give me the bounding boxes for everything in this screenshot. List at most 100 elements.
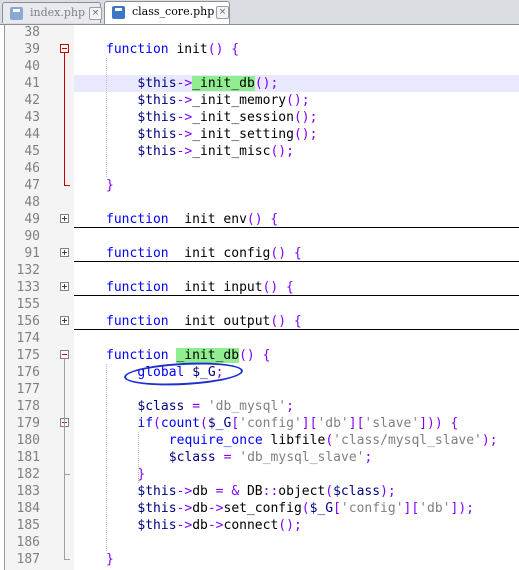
code-token: [ — [333, 501, 341, 516]
code-line[interactable]: 175 function _init_db() { — [0, 347, 519, 364]
code-token: ][ — [348, 416, 365, 431]
code-line[interactable]: 177 — [0, 381, 519, 398]
code-line-area — [74, 24, 519, 41]
code-line[interactable]: 49 function init env() { — [0, 211, 519, 228]
code-text: $class = 'db_mysql'; — [137, 398, 294, 415]
code-token: () — [270, 246, 287, 261]
close-icon[interactable]: × — [89, 7, 102, 20]
code-token: _init_db — [192, 76, 255, 91]
code-token: if — [137, 416, 154, 431]
code-text: function _init_db() { — [106, 347, 270, 364]
code-token: -> — [176, 76, 193, 91]
code-editor[interactable]: 38 39 function init() {40 41 $this->_init_db… — [0, 25, 519, 570]
code-token: db — [192, 484, 216, 499]
code-line[interactable]: 132 — [0, 262, 519, 279]
tab-class-core-php[interactable]: class_core.php × — [104, 1, 230, 24]
fold-marker-end — [64, 474, 70, 475]
code-line[interactable]: 90 — [0, 228, 519, 245]
code-token: $this — [137, 127, 177, 142]
code-token: ); — [481, 433, 498, 448]
code-line[interactable]: 185 $this->db->connect(); — [0, 517, 519, 534]
tab-index-php[interactable]: index.php × — [2, 2, 102, 23]
code-token: function — [106, 280, 169, 295]
line-number: 39 — [24, 42, 40, 57]
fold-expand-icon[interactable] — [60, 282, 69, 291]
line-number: 90 — [24, 229, 40, 244]
indent-guide — [106, 58, 107, 177]
code-line[interactable]: 38 — [0, 24, 519, 41]
code-token: -> — [176, 144, 193, 159]
code-line[interactable]: 187} — [0, 551, 519, 568]
code-line[interactable]: 44 $this->_init_setting(); — [0, 126, 519, 143]
code-line[interactable]: 183 $this->db = & DB::object($class); — [0, 483, 519, 500]
code-line[interactable]: 174 — [0, 330, 519, 347]
code-line[interactable]: 179 if(count($_G['config']['db']['slave']… — [0, 415, 519, 432]
code-line[interactable]: 43 $this->_init_session(); — [0, 109, 519, 126]
line-number: 182 — [16, 467, 40, 482]
code-line[interactable]: 178 $class = 'db_mysql'; — [0, 398, 519, 415]
code-token: ( — [301, 501, 310, 516]
code-token: (); — [293, 110, 318, 125]
code-text: } — [106, 177, 114, 194]
code-token: _init_session — [192, 110, 294, 125]
code-text: $this->_init_setting(); — [137, 126, 317, 143]
line-number: 186 — [16, 535, 40, 550]
code-line[interactable]: 182} — [0, 466, 519, 483]
code-token: set_config — [223, 501, 302, 516]
line-number: 43 — [24, 110, 40, 125]
code-token: 'config' — [239, 416, 302, 431]
code-line-area — [74, 58, 519, 75]
code-line[interactable]: 39 function init() { — [0, 41, 519, 58]
code-line[interactable]: 91 function init config() { — [0, 245, 519, 262]
code-line[interactable]: 156 function init output() { — [0, 313, 519, 330]
code-token: $class — [168, 450, 216, 465]
fold-collapse-icon[interactable] — [60, 44, 69, 53]
code-token: () — [207, 42, 224, 57]
code-text: if(count($_G['config']['db']['slave'])) … — [137, 415, 458, 432]
fold-collapse-icon[interactable] — [60, 350, 69, 359]
fold-expand-icon[interactable] — [60, 248, 69, 257]
line-number: 91 — [24, 246, 40, 261]
code-line[interactable]: 46 — [0, 160, 519, 177]
code-line[interactable]: 41 $this->_init_db(); — [0, 75, 519, 92]
code-token: _init_memory — [192, 93, 287, 108]
code-line[interactable]: 40 — [0, 58, 519, 75]
code-token: -> — [176, 127, 193, 142]
line-number: 40 — [24, 59, 40, 74]
code-line[interactable]: 45 $this->_init_misc(); — [0, 143, 519, 160]
code-token: { — [293, 246, 302, 261]
fold-expand-icon[interactable] — [60, 214, 69, 223]
code-text: function init input() { — [106, 279, 294, 296]
code-token: 'db' — [419, 501, 451, 516]
close-icon[interactable]: × — [216, 6, 229, 19]
code-text: $this->_init_misc(); — [137, 143, 294, 160]
code-token: $this — [137, 76, 177, 91]
code-token: $this — [137, 110, 177, 125]
indent-guide — [138, 432, 139, 483]
code-line[interactable]: 186 — [0, 534, 519, 551]
fold-marker-end — [64, 185, 70, 186]
code-token: _init_misc — [192, 144, 271, 159]
code-text: $this->db->connect(); — [137, 517, 301, 534]
code-line[interactable]: 133 function init input() { — [0, 279, 519, 296]
line-number: 45 — [24, 144, 40, 159]
code-token: { — [450, 416, 459, 431]
code-token: = — [192, 399, 201, 414]
code-token: init input — [168, 280, 263, 295]
fold-expand-icon[interactable] — [60, 316, 69, 325]
code-line[interactable]: 42 $this->_init_memory(); — [0, 92, 519, 109]
line-number: 179 — [16, 416, 40, 431]
code-line[interactable]: 155 — [0, 296, 519, 313]
code-line[interactable]: 184 $this->db->set_config($_G['config']['… — [0, 500, 519, 517]
code-line[interactable]: 181 $class = 'db_mysql_slave'; — [0, 449, 519, 466]
code-line[interactable]: 48 — [0, 194, 519, 211]
code-line-area — [74, 228, 519, 245]
code-line[interactable]: 176 global $_G; — [0, 364, 519, 381]
code-token: $this — [137, 484, 177, 499]
code-token: function — [106, 348, 169, 363]
code-line[interactable]: 180 require_once libfile('class/mysql_sla… — [0, 432, 519, 449]
line-number: 38 — [24, 25, 40, 40]
code-line[interactable]: 47} — [0, 177, 519, 194]
